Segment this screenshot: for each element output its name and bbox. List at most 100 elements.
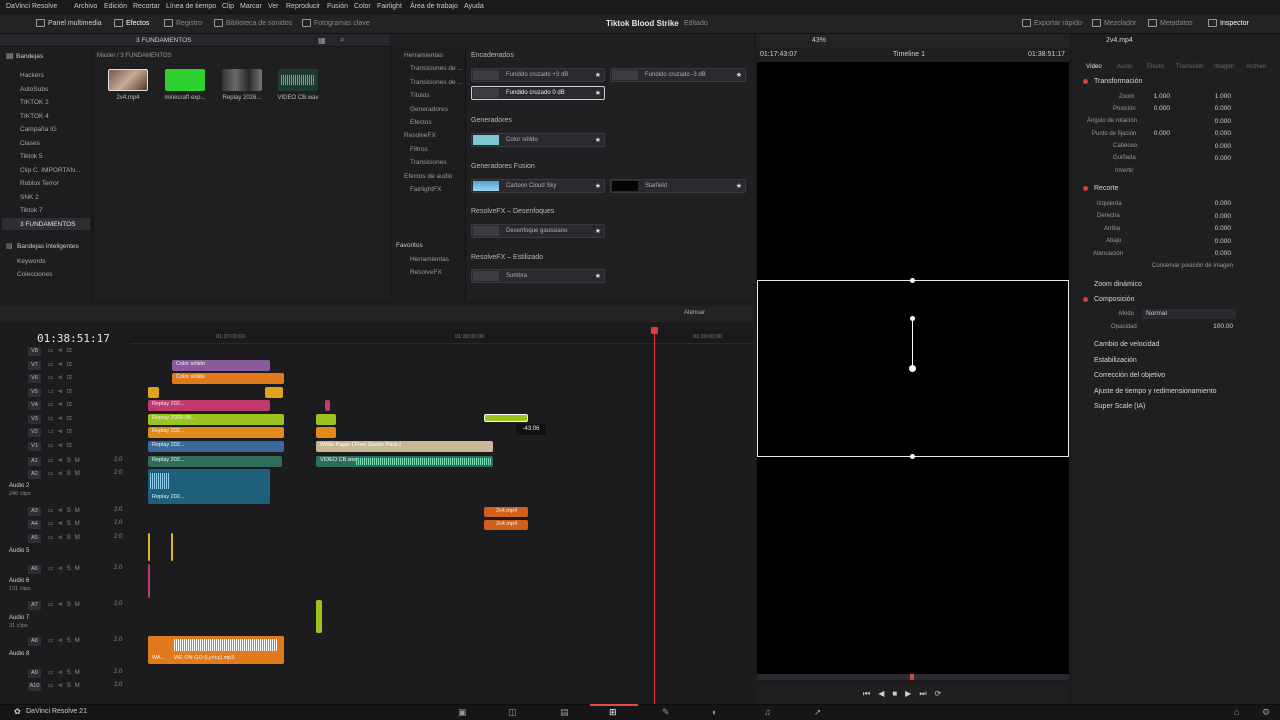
softness-value[interactable]: 0.000 bbox=[1207, 250, 1231, 257]
fx-item-selected[interactable]: Fundido cruzado 0 dB ★ bbox=[471, 86, 605, 100]
crop-top-value[interactable]: 0.000 bbox=[1207, 225, 1231, 232]
track-header[interactable]: V1 ▭⊲⊡ bbox=[0, 440, 130, 453]
section-enabled-icon[interactable] bbox=[1083, 186, 1088, 191]
fx-tree-item[interactable]: Transiciones bbox=[410, 159, 447, 166]
track-header[interactable]: V2 ▭⊲⊡ bbox=[0, 426, 130, 439]
log-button[interactable]: Registro bbox=[164, 19, 202, 27]
timeline-clip[interactable]: Color sólido bbox=[172, 360, 270, 371]
bin-item[interactable]: Clip C. IMPORTAN... bbox=[20, 167, 80, 174]
media-pool-button[interactable]: Panel multimedia bbox=[36, 19, 102, 27]
audio-clip[interactable]: 2v4.mp4 bbox=[484, 520, 528, 530]
audio-clip[interactable] bbox=[148, 533, 150, 561]
menu-fusion[interactable]: Fusión bbox=[327, 3, 348, 10]
clip-thumbnail[interactable] bbox=[278, 69, 318, 91]
retime-scaling-title[interactable]: Ajuste de tiempo y redimensionamiento bbox=[1094, 388, 1217, 395]
menu-clip[interactable]: Clip bbox=[222, 3, 234, 10]
timeline-clip[interactable] bbox=[148, 387, 159, 398]
timeline-clip[interactable]: Replay 2026-08... bbox=[148, 414, 284, 425]
favorites-header[interactable]: Favoritos bbox=[396, 242, 423, 249]
fusion-page-icon[interactable]: ✎ bbox=[662, 707, 670, 718]
fx-favorite-item[interactable]: ResolveFX bbox=[410, 269, 442, 276]
track-header[interactable]: V3 ▭⊲⊡ bbox=[0, 413, 130, 426]
transform-section-title[interactable]: Transformación bbox=[1094, 78, 1142, 85]
menu-ayuda[interactable]: Ayuda bbox=[464, 3, 484, 10]
transport-controls[interactable]: ⏮◀■▶⏭⟳ bbox=[863, 689, 949, 699]
audio-clip[interactable] bbox=[148, 564, 150, 598]
menu-ver[interactable]: Ver bbox=[268, 3, 279, 10]
track-header[interactable]: V7 ▭⊲⊡ bbox=[0, 359, 130, 372]
fx-tree-item[interactable]: Transiciones de ... bbox=[410, 79, 463, 86]
crop-bottom-value[interactable]: 0.000 bbox=[1207, 238, 1231, 245]
fx-tree-item[interactable]: Efectos de audio bbox=[404, 173, 452, 180]
audio-clip[interactable]: Replay 202... bbox=[148, 456, 282, 467]
audio-track-header[interactable]: A8 ▭⊲SM 2.0 bbox=[0, 635, 130, 648]
composite-section-title[interactable]: Composición bbox=[1094, 296, 1134, 303]
position-y-value[interactable]: 0.000 bbox=[1207, 105, 1231, 112]
opacity-value[interactable]: 100.00 bbox=[1203, 323, 1233, 330]
tab-effect[interactable]: Efecto bbox=[1147, 64, 1164, 70]
position-x-value[interactable]: 0.000 bbox=[1146, 105, 1170, 112]
audio-track-header[interactable]: A10 ▭⊲SM 2.0 bbox=[0, 680, 130, 693]
audio-clip[interactable]: Replay 202... bbox=[148, 469, 270, 504]
menu-davinci[interactable]: DaVinci Resolve bbox=[6, 3, 57, 10]
view-grid-icon[interactable]: ▦ bbox=[318, 36, 326, 45]
track-header[interactable]: V5 ▭⊲⊡ bbox=[0, 386, 130, 399]
fx-favorite-item[interactable]: Herramientas bbox=[410, 256, 449, 263]
playhead-handle[interactable] bbox=[651, 327, 658, 334]
settings-icon[interactable]: ⚙ bbox=[1262, 707, 1270, 718]
fx-tree-item[interactable]: Herramientas bbox=[404, 52, 443, 59]
bin-item-selected[interactable]: 3 FUNDAMENTOS bbox=[20, 221, 76, 228]
bin-item[interactable]: Campaña IG bbox=[20, 126, 57, 133]
menu-area[interactable]: Área de trabajo bbox=[410, 3, 458, 10]
fx-item[interactable]: Color sólido ★ bbox=[471, 133, 605, 147]
tab-audio[interactable]: Audio bbox=[1117, 64, 1132, 70]
inspector-button[interactable]: Inspector bbox=[1208, 19, 1249, 27]
menu-reproducir[interactable]: Reproducir bbox=[286, 3, 320, 10]
crop-left-value[interactable]: 0.000 bbox=[1207, 200, 1231, 207]
menu-marcar[interactable]: Marcar bbox=[240, 3, 262, 10]
sound-library-button[interactable]: Biblioteca de sonidos bbox=[214, 19, 292, 27]
speed-change-title[interactable]: Cambio de velocidad bbox=[1094, 341, 1159, 348]
keyframes-button[interactable]: Fotogramas clave bbox=[302, 19, 370, 27]
lens-correction-title[interactable]: Corrección del objetivo bbox=[1094, 372, 1165, 379]
crop-section-title[interactable]: Recorte bbox=[1094, 185, 1119, 192]
audio-clip[interactable] bbox=[171, 533, 173, 561]
crop-right-value[interactable]: 0.000 bbox=[1207, 213, 1231, 220]
audio-track-header[interactable]: A7 ▭⊲SM 2.0 bbox=[0, 599, 130, 612]
fx-item[interactable]: Cartoon Cloud Sky ★ bbox=[471, 179, 605, 193]
timeline-clip[interactable]: Replay 202... bbox=[148, 441, 284, 452]
timeline-clip-selected[interactable] bbox=[484, 414, 528, 422]
timeline-clip[interactable] bbox=[325, 400, 330, 411]
tab-file[interactable]: Archivo bbox=[1246, 64, 1266, 70]
rotation-value[interactable]: 0.000 bbox=[1207, 118, 1231, 125]
bin-item[interactable]: Hackers bbox=[20, 72, 44, 79]
pitch-value[interactable]: 0.000 bbox=[1207, 143, 1231, 150]
menu-color[interactable]: Color bbox=[354, 3, 371, 10]
fx-item[interactable]: Fundido cruzado -3 dB ★ bbox=[610, 68, 746, 82]
audio-track-header[interactable]: A3 ▭⊲SM 2.0 bbox=[0, 505, 130, 518]
timeline-clip[interactable]: Replay 202... bbox=[148, 400, 270, 411]
cut-edit-icon[interactable]: ▤ bbox=[560, 707, 569, 718]
fairlight-page-icon[interactable]: ♫ bbox=[764, 707, 771, 717]
effects-button[interactable]: Efectos bbox=[114, 19, 149, 27]
clip-thumbnail[interactable] bbox=[165, 69, 205, 91]
bin-item[interactable]: Tiktok 5 bbox=[20, 153, 43, 160]
home-icon[interactable]: ⌂ bbox=[1234, 707, 1239, 717]
timeline-clip[interactable]: Replay 202... bbox=[148, 427, 284, 438]
audio-track-header[interactable]: A4 ▭⊲SM 2.0 bbox=[0, 518, 130, 531]
bin-item[interactable]: Tiktok 7 bbox=[20, 207, 43, 214]
track-header[interactable]: V6 ▭⊲⊡ bbox=[0, 372, 130, 385]
tab-image[interactable]: Imagen bbox=[1214, 64, 1234, 70]
fx-tree-item[interactable]: Generadores bbox=[410, 106, 448, 113]
audio-clip[interactable]: WA... WE ON GO (Lyrics).mp3 bbox=[148, 636, 284, 664]
transform-handle[interactable] bbox=[910, 454, 915, 459]
anchor-point[interactable] bbox=[909, 365, 916, 372]
fx-tree-item[interactable]: Efectos bbox=[410, 119, 432, 126]
bin-item[interactable]: SNK 2 bbox=[20, 194, 39, 201]
viewer-playhead[interactable] bbox=[910, 674, 914, 680]
audio-track-header[interactable]: A6 ▭⊲SM 2.0 bbox=[0, 563, 130, 576]
timeline-clip[interactable] bbox=[316, 427, 336, 438]
audio-track-header[interactable]: A1 ▭⊲SM 2.0 bbox=[0, 455, 130, 468]
zoom-x-value[interactable]: 1.000 bbox=[1146, 93, 1170, 100]
timeline-clip[interactable] bbox=[265, 387, 283, 398]
